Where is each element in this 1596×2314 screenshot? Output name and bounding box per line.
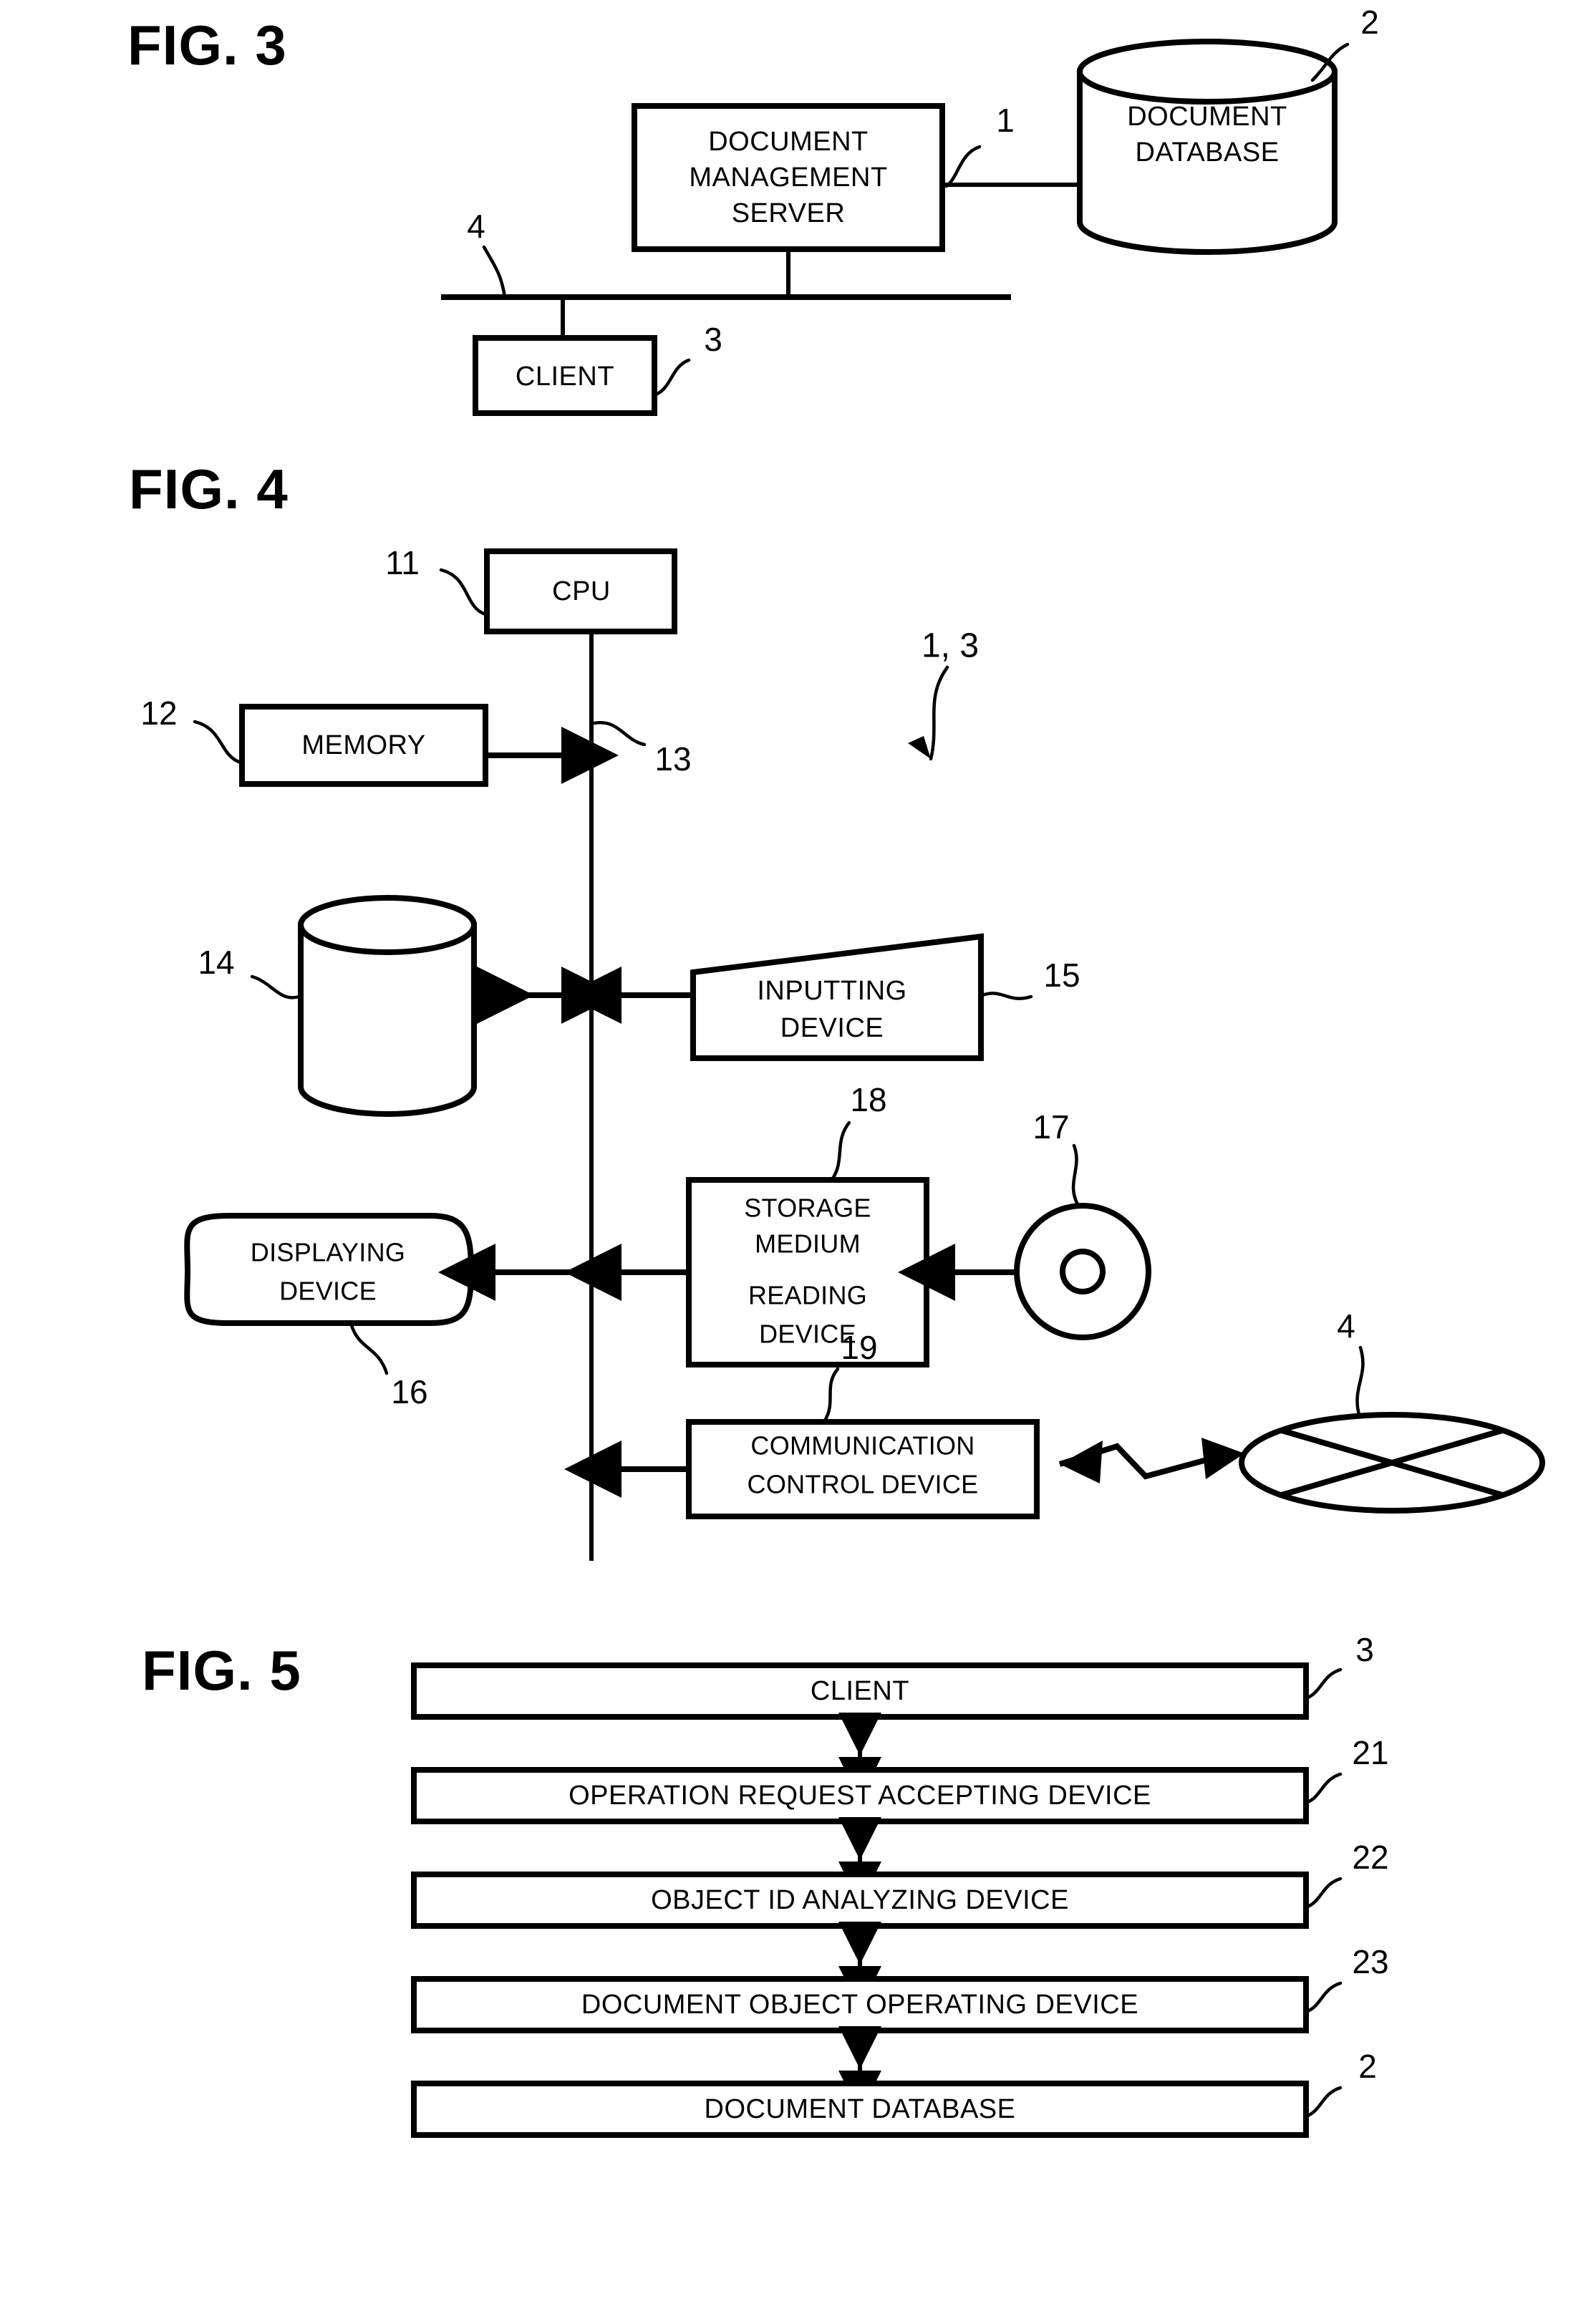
fig4-bus-ref: 13 bbox=[654, 740, 691, 778]
fig4-comm-ref: 19 bbox=[841, 1329, 877, 1366]
fig3-server-leader bbox=[944, 145, 982, 188]
fig4-cpu-ref: 11 bbox=[385, 544, 420, 581]
fig4-inputting-line2: DEVICE bbox=[780, 1013, 884, 1043]
fig4-cpu-leader bbox=[439, 568, 488, 616]
figure-5: FIG. 5 CLIENT 3 OPERATION REQUEST ACCEPT… bbox=[142, 1631, 1389, 2138]
fig4-wireless-link bbox=[1058, 1438, 1244, 1483]
fig5-bar2-label: OPERATION REQUEST ACCEPTING DEVICE bbox=[569, 1781, 1151, 1811]
fig4-memory-label: MEMORY bbox=[301, 730, 425, 760]
fig4-network-symbol bbox=[1239, 1412, 1545, 1514]
fig3-database-ref: 2 bbox=[1360, 4, 1379, 41]
fig3-server-ref: 1 bbox=[996, 102, 1015, 139]
fig4-reader-line1: STORAGE bbox=[744, 1194, 871, 1223]
fig4-displaying-line1: DISPLAYING bbox=[251, 1238, 405, 1267]
fig5-bar5-ref: 2 bbox=[1358, 2048, 1377, 2085]
fig4-reader-ref: 18 bbox=[850, 1081, 886, 1118]
fig4-inputting-leader bbox=[980, 992, 1033, 1000]
fig3-database-line1: DOCUMENT bbox=[1127, 102, 1287, 132]
fig5-bar4-ref: 23 bbox=[1352, 1943, 1388, 1980]
figure-4: FIG. 4 13 CPU 11 MEMORY 12 1, 3 14 INPUT… bbox=[129, 458, 1545, 1561]
fig3-title: FIG. 3 bbox=[127, 14, 287, 77]
fig4-displaying-line2: DEVICE bbox=[279, 1277, 377, 1306]
fig5-bar5-label: DOCUMENT DATABASE bbox=[705, 2094, 1016, 2124]
fig4-bus-leader bbox=[592, 720, 647, 747]
fig3-client-ref: 3 bbox=[704, 321, 722, 358]
figure-3: FIG. 3 4 DOCUMENT MANAGEMENT SERVER 1 DO… bbox=[127, 4, 1379, 416]
fig4-network4-leader bbox=[1355, 1345, 1365, 1417]
fig4-storage-ref: 14 bbox=[198, 944, 234, 981]
fig3-network-ref: 4 bbox=[467, 208, 485, 245]
fig5-bar3-leader bbox=[1304, 1877, 1343, 1909]
fig5-bar2-ref: 21 bbox=[1352, 1734, 1388, 1771]
fig5-bar4-label: DOCUMENT OBJECT OPERATING DEVICE bbox=[581, 1990, 1138, 2020]
fig4-comm-line2: CONTROL DEVICE bbox=[748, 1470, 979, 1499]
fig4-storage-medium-disc bbox=[1014, 1203, 1151, 1340]
fig5-bar4-leader bbox=[1304, 1981, 1343, 2014]
fig4-inputting-line1: INPUTTING bbox=[757, 976, 906, 1006]
fig4-reader-line2: MEDIUM bbox=[755, 1229, 861, 1259]
fig4-displaying-leader bbox=[349, 1321, 389, 1375]
fig4-medium-leader bbox=[1071, 1143, 1080, 1208]
fig4-network-ref: 4 bbox=[1337, 1307, 1355, 1345]
fig4-medium-ref: 17 bbox=[1032, 1108, 1069, 1146]
fig3-client-label: CLIENT bbox=[516, 362, 614, 392]
fig4-title: FIG. 4 bbox=[129, 458, 289, 521]
fig5-bar1-leader bbox=[1304, 1667, 1343, 1700]
fig4-wireless-arrow-right bbox=[1201, 1438, 1244, 1479]
fig4-group-arrow-head bbox=[908, 736, 931, 759]
fig4-displaying-ref: 16 bbox=[391, 1373, 427, 1410]
patent-figure-sheet: FIG. 3 4 DOCUMENT MANAGEMENT SERVER 1 DO… bbox=[0, 0, 1596, 2314]
fig5-bar5-leader bbox=[1304, 2086, 1343, 2119]
fig4-storage-cylinder bbox=[298, 895, 477, 1117]
fig4-memory-leader bbox=[193, 720, 243, 765]
fig3-server-line1: DOCUMENT bbox=[708, 127, 869, 157]
fig4-comm-line1: COMMUNICATION bbox=[750, 1431, 974, 1461]
fig5-title: FIG. 5 bbox=[142, 1639, 301, 1702]
fig5-bar1-ref: 3 bbox=[1355, 1631, 1374, 1668]
fig4-inputting-ref: 15 bbox=[1043, 957, 1080, 994]
fig3-network-leader bbox=[482, 245, 507, 299]
fig4-comm-leader bbox=[823, 1367, 840, 1423]
fig4-reader-leader bbox=[831, 1120, 851, 1181]
fig3-server-line3: SERVER bbox=[732, 198, 846, 228]
fig5-bar2-leader bbox=[1304, 1772, 1343, 1805]
fig5-bar1-label: CLIENT bbox=[811, 1676, 909, 1706]
fig4-wireless-arrow-left bbox=[1060, 1441, 1103, 1483]
fig4-reader-line3: READING bbox=[748, 1281, 867, 1310]
fig4-memory-ref: 12 bbox=[140, 694, 177, 732]
fig4-storage-leader bbox=[250, 974, 301, 999]
fig4-group-arrow-curve bbox=[929, 665, 949, 761]
fig4-group-ref: 1, 3 bbox=[922, 627, 979, 665]
fig3-server-line2: MANAGEMENT bbox=[689, 163, 887, 193]
fig5-bar3-ref: 22 bbox=[1352, 1839, 1388, 1876]
fig4-displaying-device bbox=[184, 1213, 475, 1326]
fig4-cpu-label: CPU bbox=[552, 576, 611, 606]
fig3-client-leader bbox=[655, 358, 691, 396]
fig5-bar3-label: OBJECT ID ANALYZING DEVICE bbox=[651, 1885, 1069, 1915]
figure-canvas: FIG. 3 4 DOCUMENT MANAGEMENT SERVER 1 DO… bbox=[127, 4, 1545, 2138]
fig3-database-line2: DATABASE bbox=[1135, 137, 1279, 168]
